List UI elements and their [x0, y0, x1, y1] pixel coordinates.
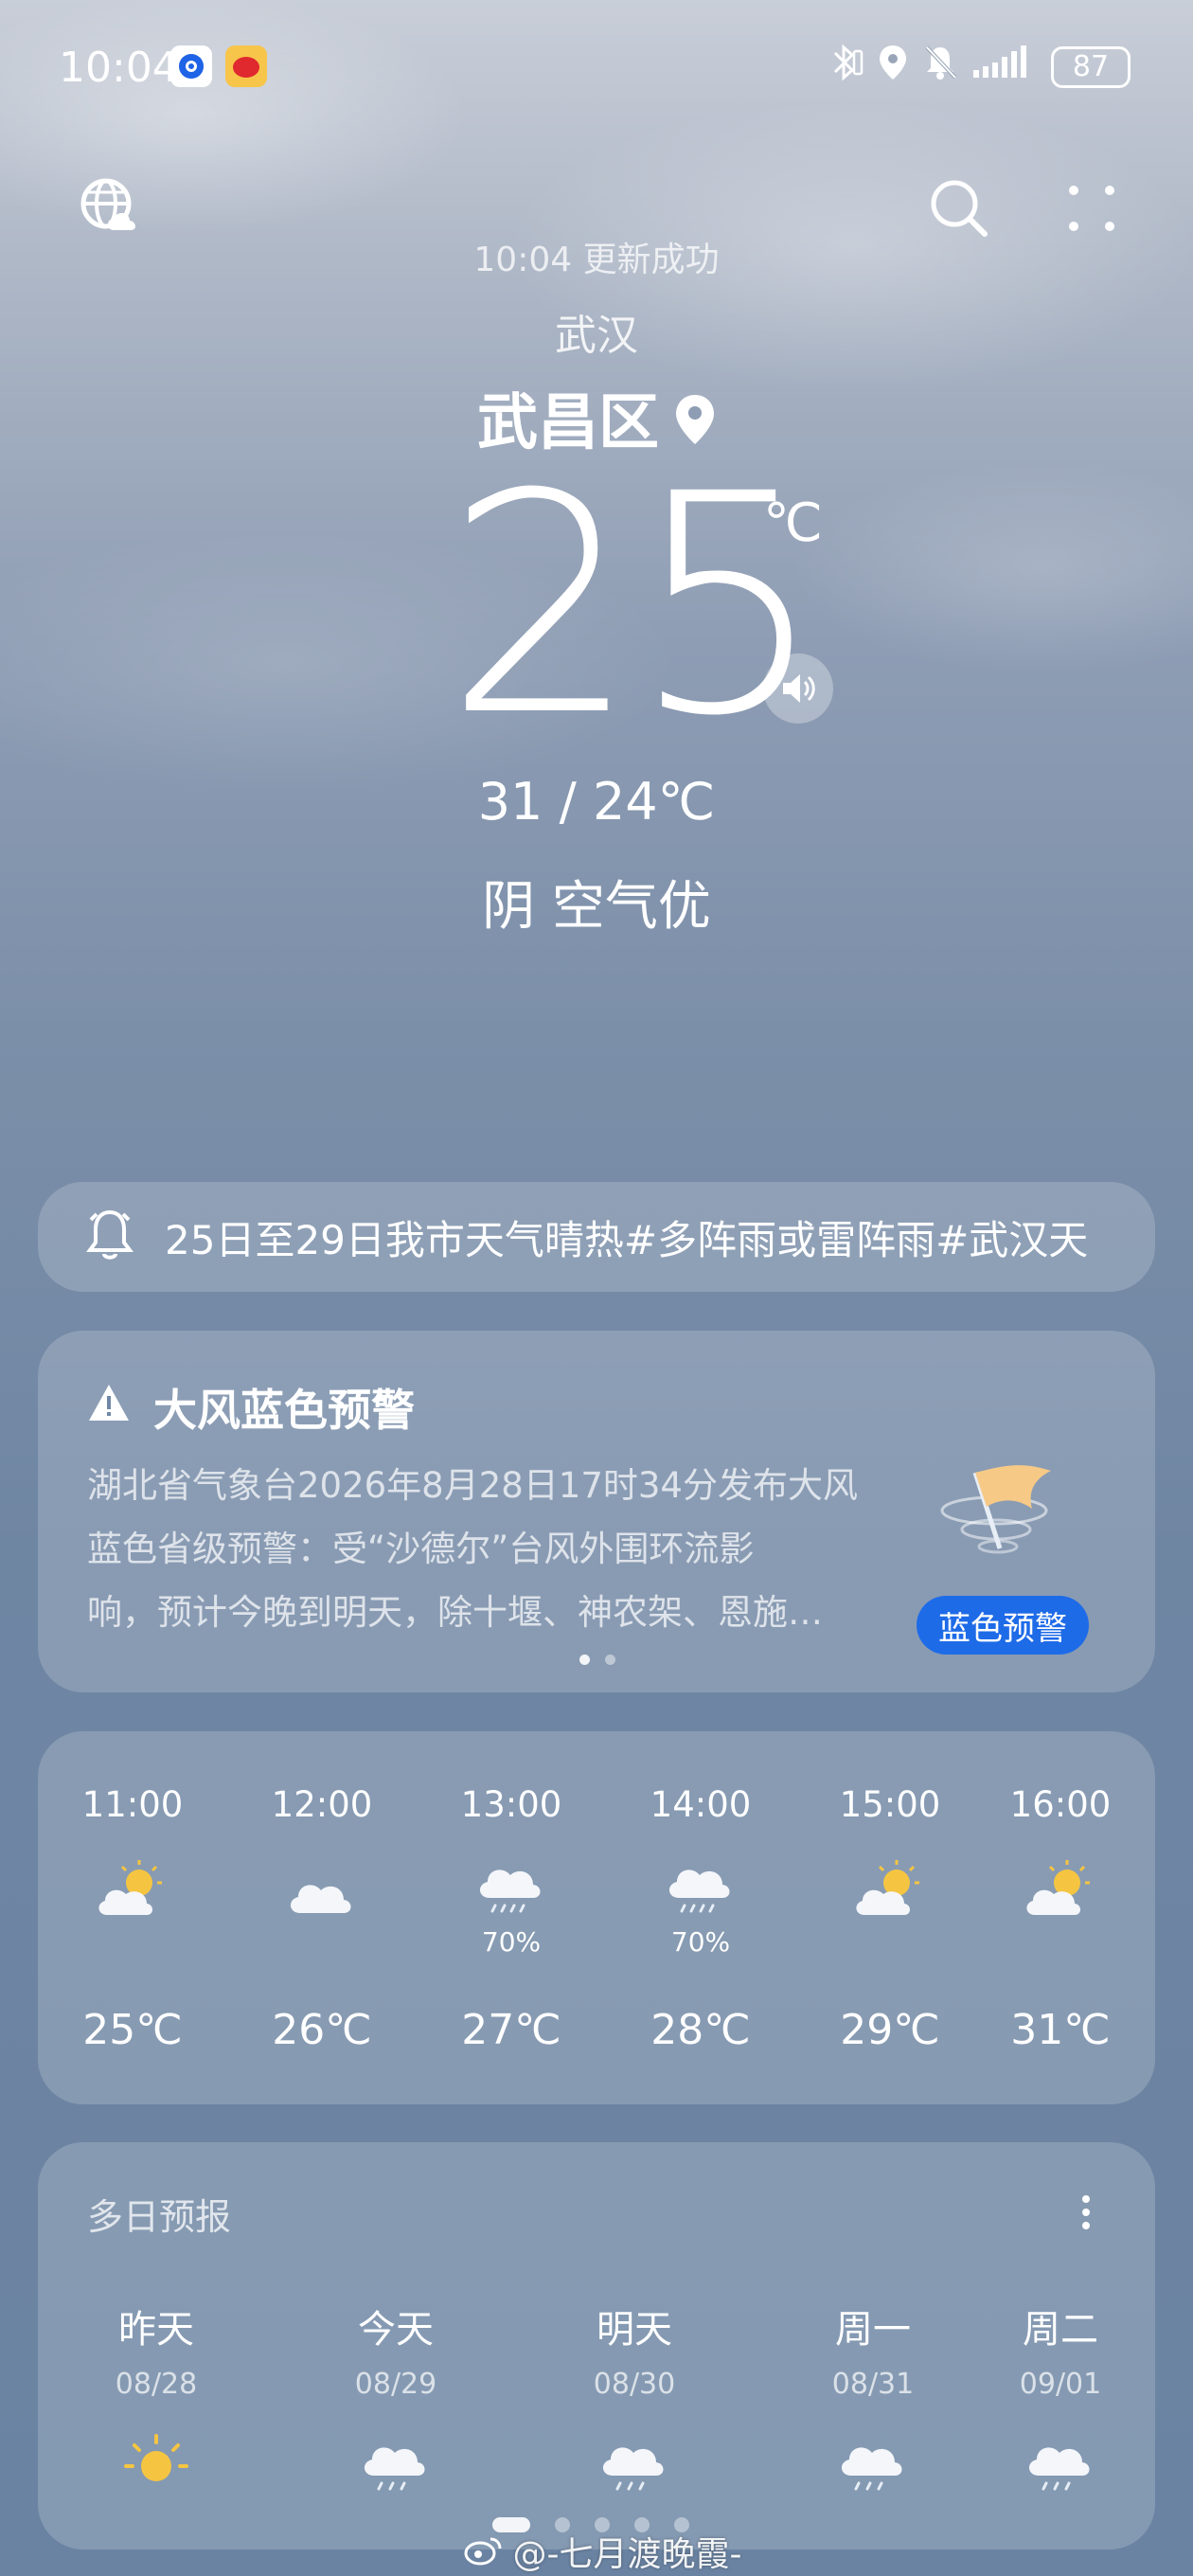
- weather-condition: 阴 空气优: [482, 876, 711, 938]
- rain-icon: [658, 1852, 743, 1938]
- alert-level-badge[interactable]: 蓝色预警: [917, 1596, 1089, 1655]
- rain-icon: [353, 2426, 438, 2502]
- rain-icon: [1018, 2426, 1103, 2502]
- watermark-text: @-七月渡晚霞-: [512, 2535, 742, 2574]
- signal-icon: [971, 42, 1038, 92]
- daily-forecast-card[interactable]: 多日预报 昨天 08/28 今天 08/29 明天 08/30 周一 08/31…: [38, 2142, 1155, 2549]
- hour-temp: 29℃: [840, 2006, 940, 2054]
- hourly-forecast-card[interactable]: 11:00 25℃ 12:00 26℃ 13:00 70% 27℃ 14:00 …: [38, 1731, 1155, 2104]
- alert-line: 湖北省气象台2026年8月28日17时34分发布大风: [87, 1465, 858, 1506]
- day-name: 周一: [835, 2308, 911, 2352]
- battery-indicator: 87: [1051, 45, 1131, 88]
- day-name: 明天: [596, 2308, 672, 2352]
- status-bar: 10:04 87: [0, 38, 1193, 95]
- day-name: 昨天: [118, 2308, 194, 2352]
- day-date: 08/28: [115, 2368, 198, 2401]
- weather-alert-card[interactable]: 大风蓝色预警 湖北省气象台2026年8月28日17时34分发布大风 蓝色省级预警…: [38, 1331, 1155, 1692]
- day-date: 08/31: [831, 2368, 915, 2401]
- watermark: @-七月渡晚霞-: [464, 2527, 741, 2576]
- mute-bell-icon: [922, 42, 958, 92]
- status-time: 10:04: [59, 44, 179, 92]
- rain-icon: [592, 2426, 677, 2502]
- update-status: 10:04 更新成功: [473, 241, 720, 279]
- hour-time: 12:00: [271, 1784, 373, 1825]
- day-date: 09/01: [1019, 2368, 1102, 2401]
- wind-flag-icon: [937, 1444, 1079, 1590]
- temperature-unit: ℃: [763, 492, 823, 554]
- sunny-cloudy-icon: [90, 1852, 175, 1938]
- app-notification-icon: [170, 45, 212, 87]
- hour-time: 15:00: [839, 1784, 941, 1825]
- city-name: 武汉: [555, 312, 638, 360]
- cloudy-icon: [279, 1852, 365, 1938]
- warning-triangle-icon: [87, 1382, 131, 1433]
- hour-temp: 27℃: [461, 2006, 561, 2054]
- hour-temp: 31℃: [1010, 2006, 1111, 2054]
- daily-forecast-title: 多日预报: [87, 2196, 232, 2238]
- hour-time: 16:00: [1009, 1784, 1112, 1825]
- day-name: 周二: [1023, 2308, 1098, 2352]
- day-date: 08/30: [593, 2368, 676, 2401]
- day-name: 今天: [358, 2308, 434, 2352]
- news-ticker-card[interactable]: 25日至29日我市天气晴热#多阵雨或雷阵雨#武汉天: [38, 1182, 1155, 1292]
- alert-title: 大风蓝色预警: [153, 1385, 415, 1436]
- weibo-logo-icon: [464, 2535, 512, 2574]
- precip-probability: 70%: [481, 1926, 542, 1958]
- voice-broadcast-button[interactable]: [763, 653, 833, 724]
- hour-temp: 28℃: [650, 2006, 751, 2054]
- precip-probability: 70%: [670, 1926, 731, 1958]
- location-icon: [877, 42, 909, 92]
- speaker-icon: [783, 674, 815, 703]
- hour-temp: 26℃: [272, 2006, 372, 2054]
- hour-time: 11:00: [81, 1784, 184, 1825]
- weibo-notification-icon: [225, 45, 267, 87]
- alert-description: 湖北省气象台2026年8月28日17时34分发布大风 蓝色省级预警：受“沙德尔”…: [87, 1454, 920, 1644]
- temperature-range: 31 / 24℃: [477, 772, 716, 832]
- day-date: 08/29: [354, 2368, 437, 2401]
- sunny-cloudy-icon: [1018, 1852, 1103, 1938]
- alert-line: 响，预计今晚到明天，除十堰、神农架、恩施…: [87, 1592, 823, 1633]
- news-ticker-text: 25日至29日我市天气晴热#多阵雨或雷阵雨#武汉天: [165, 1216, 1089, 1263]
- rain-icon: [830, 2426, 916, 2502]
- bell-icon: [85, 1207, 134, 1267]
- sunny-cloudy-icon: [847, 1852, 933, 1938]
- hour-temp: 25℃: [82, 2006, 183, 2054]
- bluetooth-icon: [826, 42, 864, 92]
- page-dot: [605, 1655, 615, 1665]
- page-dot-active: [579, 1655, 590, 1665]
- hour-time: 14:00: [650, 1784, 752, 1825]
- daily-more-icon[interactable]: [1079, 2193, 1093, 2235]
- alert-page-dots: [579, 1655, 615, 1665]
- sunny-icon: [114, 2426, 199, 2502]
- alert-line: 蓝色省级预警：受“沙德尔”台风外围环流影: [87, 1529, 755, 1569]
- rain-icon: [469, 1852, 554, 1938]
- hour-time: 13:00: [460, 1784, 562, 1825]
